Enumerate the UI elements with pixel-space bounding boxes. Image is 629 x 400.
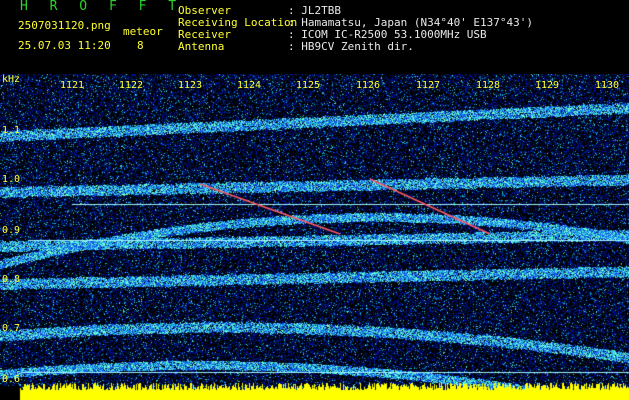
y-tick-0-6: 0.6 (2, 374, 21, 385)
mode-label: meteor (123, 25, 163, 38)
y-tick-0-9: 0.9 (2, 225, 21, 236)
app-title: H R O F F T (20, 0, 184, 14)
header-panel: H R O F F T 2507031120.png meteor 25.07.… (0, 0, 629, 74)
x-tick-1123: 1123 (178, 80, 203, 91)
count-label: 8 (137, 39, 144, 52)
y-tick-0-8: 0.8 (2, 274, 21, 285)
spectrogram-plot (0, 74, 629, 400)
x-tick-1130: 1130 (595, 80, 620, 91)
antenna-label: Antenna (178, 40, 225, 53)
x-tick-1128: 1128 (476, 80, 501, 91)
filename-label: 2507031120.png (18, 19, 111, 32)
y-tick-1-1: 1.1 (2, 125, 21, 136)
x-tick-1127: 1127 (416, 80, 441, 91)
x-tick-1124: 1124 (237, 80, 262, 91)
x-tick-1122: 1122 (119, 80, 144, 91)
antenna-value: : HB9CV Zenith dir. (288, 40, 414, 53)
datetime-label: 25.07.03 11:20 (18, 39, 111, 52)
x-tick-1121: 1121 (60, 80, 85, 91)
y-tick-1-0: 1.0 (2, 174, 21, 185)
x-tick-1125: 1125 (296, 80, 321, 91)
x-tick-1129: 1129 (535, 80, 560, 91)
y-unit: kHz (2, 74, 21, 85)
y-tick-0-7: 0.7 (2, 323, 21, 334)
x-tick-1126: 1126 (356, 80, 381, 91)
